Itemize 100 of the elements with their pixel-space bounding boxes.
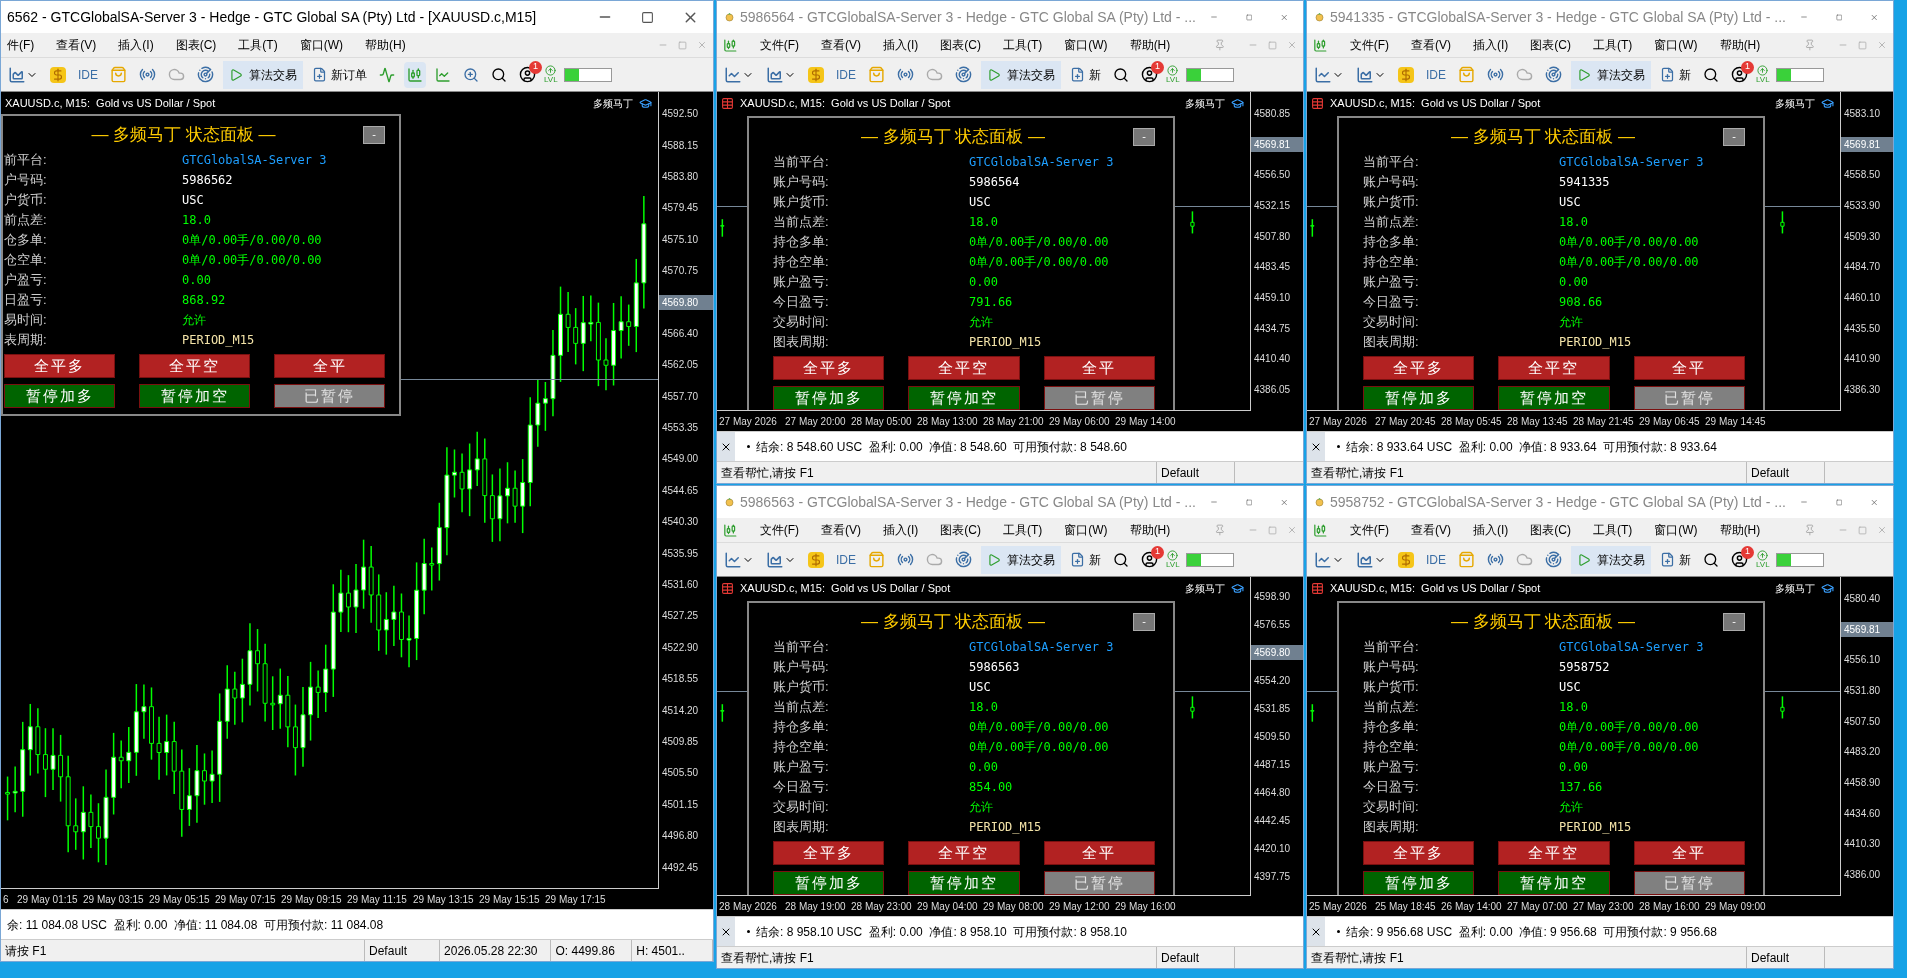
- menu-item[interactable]: 文件(F): [1349, 36, 1389, 54]
- menu-item[interactable]: 插入(I): [882, 36, 919, 54]
- new-order-button[interactable]: 新: [1657, 545, 1694, 574]
- menu-item[interactable]: 文件(F): [759, 521, 799, 539]
- new-order-button[interactable]: 新: [1067, 545, 1104, 574]
- restore-icon[interactable]: [1268, 525, 1277, 535]
- menu-item[interactable]: 窗口(W): [1654, 521, 1698, 539]
- menu-item[interactable]: 图表(C): [1530, 521, 1571, 539]
- menu-item[interactable]: 窗口(W): [1064, 36, 1108, 54]
- restore-icon[interactable]: [1858, 40, 1867, 50]
- menu-item[interactable]: 文件(F): [759, 36, 799, 54]
- panel-button[interactable]: 暂停加多: [1363, 870, 1475, 895]
- minimize-button[interactable]: -: [1133, 127, 1155, 146]
- panel-button[interactable]: 全平: [1633, 840, 1745, 865]
- ide-button[interactable]: IDE: [833, 550, 859, 569]
- new-order-button[interactable]: 新: [1067, 60, 1104, 89]
- panel-button[interactable]: 全平多: [773, 840, 885, 865]
- panel-button[interactable]: 全平多: [4, 353, 115, 378]
- algo-trading-button[interactable]: 算法交易: [981, 545, 1061, 574]
- minimize-button[interactable]: -: [1723, 127, 1745, 146]
- menu-item[interactable]: 图表(C): [1530, 36, 1571, 54]
- maximize-icon[interactable]: [641, 10, 654, 24]
- minimize-button[interactable]: -: [363, 125, 385, 144]
- minimize-button[interactable]: -: [1133, 612, 1155, 631]
- panel-button[interactable]: 全平空: [908, 840, 1020, 865]
- menu-item[interactable]: 帮助(H): [1129, 36, 1171, 54]
- panel-button[interactable]: 全平: [274, 353, 385, 378]
- panel-button[interactable]: 全平空: [139, 353, 250, 378]
- panel-button[interactable]: 暂停加空: [1498, 870, 1610, 895]
- menu-item[interactable]: 工具(T): [1592, 521, 1633, 539]
- panel-button[interactable]: 暂停加空: [1498, 385, 1610, 410]
- menu-item[interactable]: 帮助(H): [1129, 521, 1171, 539]
- menu-item[interactable]: 插入(I): [882, 521, 919, 539]
- menu-item[interactable]: 查看(V): [820, 521, 861, 539]
- panel-button[interactable]: 全平多: [1363, 840, 1475, 865]
- ide-button[interactable]: IDE: [1423, 65, 1449, 84]
- panel-button[interactable]: 暂停加空: [908, 385, 1020, 410]
- panel-button[interactable]: 暂停加空: [139, 383, 250, 408]
- price-label: 4575.10: [661, 232, 700, 247]
- ide-button[interactable]: IDE: [1423, 550, 1449, 569]
- candlestick-button[interactable]: [404, 61, 426, 88]
- menu-item[interactable]: 帮助(H): [1719, 521, 1761, 539]
- symbol-label: XAUUSD.c, M15: Gold vs US Dollar / Spot: [740, 96, 951, 111]
- price-label: 4435.50: [1843, 321, 1882, 336]
- menu-item[interactable]: 帮助(H): [365, 36, 406, 54]
- new-order-button[interactable]: 新订单: [309, 60, 370, 89]
- panel-button[interactable]: 暂停加多: [1363, 385, 1475, 410]
- menu-item[interactable]: 文件(F): [1349, 521, 1389, 539]
- restore-icon[interactable]: [1268, 40, 1277, 50]
- pin-icon[interactable]: [1804, 524, 1816, 536]
- pin-icon[interactable]: [1214, 39, 1226, 51]
- menu-item[interactable]: 窗口(W): [299, 36, 343, 54]
- menu-item[interactable]: 查看(V): [56, 36, 97, 54]
- menu-item[interactable]: 件(F): [7, 36, 35, 54]
- menu-item[interactable]: 窗口(W): [1654, 36, 1698, 54]
- menu-item[interactable]: 帮助(H): [1719, 36, 1761, 54]
- account-button[interactable]: 1: [1728, 63, 1750, 86]
- panel-button[interactable]: 全平多: [1363, 355, 1475, 380]
- algo-trading-button[interactable]: 算法交易: [981, 60, 1061, 89]
- panel-button[interactable]: 全平空: [1498, 840, 1610, 865]
- restore-icon[interactable]: [1858, 525, 1867, 535]
- menu-item[interactable]: 查看(V): [1410, 521, 1451, 539]
- menu-item[interactable]: 工具(T): [1002, 36, 1043, 54]
- account-button[interactable]: 1: [516, 63, 538, 86]
- menu-item[interactable]: 图表(C): [940, 521, 981, 539]
- panel-button[interactable]: 全平多: [773, 355, 885, 380]
- account-button[interactable]: 1: [1138, 548, 1160, 571]
- panel-button[interactable]: 全平: [1633, 355, 1745, 380]
- pin-icon[interactable]: [1804, 39, 1816, 51]
- panel-button[interactable]: 暂停加多: [773, 870, 885, 895]
- menu-item[interactable]: 窗口(W): [1064, 521, 1108, 539]
- account-button[interactable]: 1: [1728, 548, 1750, 571]
- menu-item[interactable]: 查看(V): [820, 36, 861, 54]
- panel-button[interactable]: 暂停加多: [4, 383, 115, 408]
- ide-button[interactable]: IDE: [833, 65, 859, 84]
- menu-item[interactable]: 插入(I): [1472, 521, 1509, 539]
- panel-button[interactable]: 暂停加多: [773, 385, 885, 410]
- new-order-button[interactable]: 新: [1657, 60, 1694, 89]
- account-button[interactable]: 1: [1138, 63, 1160, 86]
- ide-button[interactable]: IDE: [75, 65, 101, 84]
- restore-icon[interactable]: [678, 40, 687, 50]
- panel-button[interactable]: 全平空: [1498, 355, 1610, 380]
- panel-button[interactable]: 全平: [1043, 355, 1155, 380]
- menu-item[interactable]: 插入(I): [118, 36, 154, 54]
- menu-item[interactable]: 工具(T): [238, 36, 278, 54]
- field-value: 0.00: [969, 758, 998, 776]
- panel-button[interactable]: 暂停加空: [908, 870, 1020, 895]
- algo-trading-button[interactable]: 算法交易: [1571, 60, 1651, 89]
- pin-icon[interactable]: [1214, 524, 1226, 536]
- panel-button[interactable]: 全平: [1043, 840, 1155, 865]
- algo-trading-button[interactable]: 算法交易: [223, 60, 303, 89]
- menu-item[interactable]: 工具(T): [1592, 36, 1633, 54]
- minimize-button[interactable]: -: [1723, 612, 1745, 631]
- menu-item[interactable]: 查看(V): [1410, 36, 1451, 54]
- menu-item[interactable]: 插入(I): [1472, 36, 1509, 54]
- menu-item[interactable]: 工具(T): [1002, 521, 1043, 539]
- menu-item[interactable]: 图表(C): [940, 36, 981, 54]
- algo-trading-button[interactable]: 算法交易: [1571, 545, 1651, 574]
- panel-button[interactable]: 全平空: [908, 355, 1020, 380]
- menu-item[interactable]: 图表(C): [175, 36, 217, 54]
